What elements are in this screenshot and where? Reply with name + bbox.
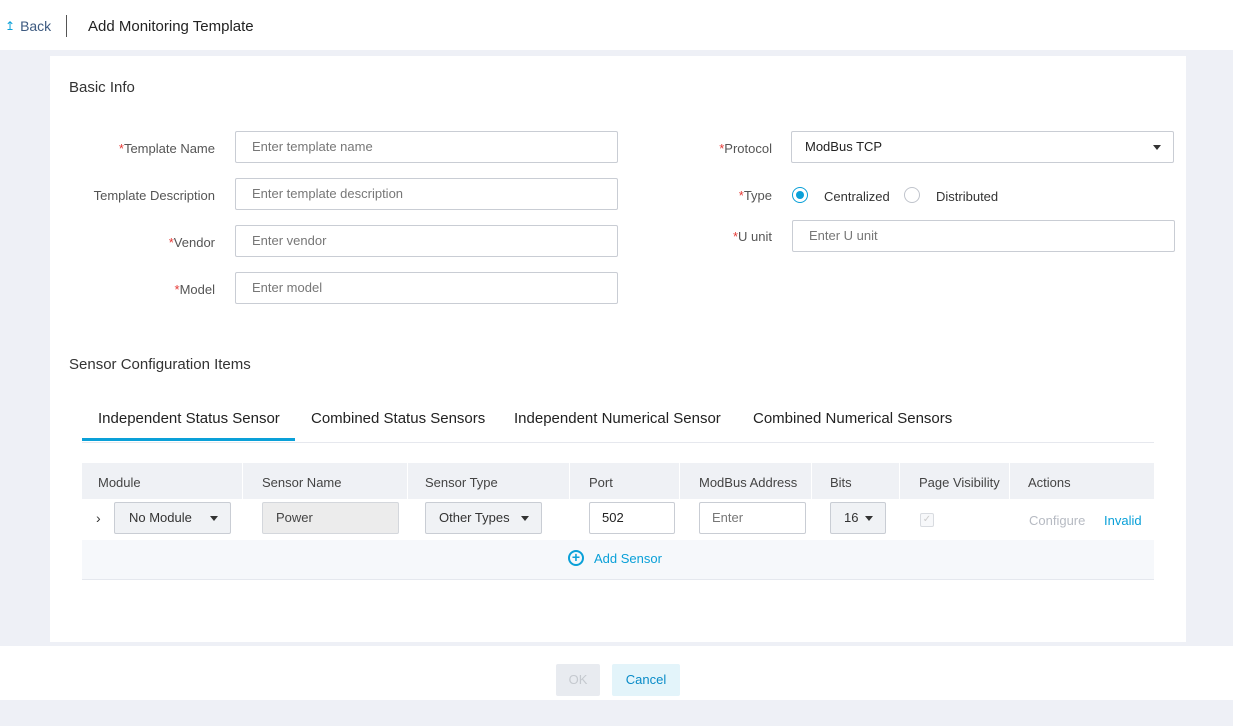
protocol-value: ModBus TCP	[805, 139, 883, 154]
modbus-address-input[interactable]: Enter ModBus	[699, 502, 806, 555]
type-centralized-radio[interactable]	[792, 187, 808, 203]
tab-independent-status-sensor[interactable]: Independent Status Sensor	[98, 410, 280, 427]
back-button[interactable]: ↥ Back	[5, 18, 51, 34]
column-divider	[242, 463, 243, 499]
vendor-input[interactable]: Enter vendor	[235, 225, 618, 257]
add-circle-icon: +	[568, 550, 584, 566]
sensor-name-field: Power	[262, 502, 399, 534]
add-sensor-button[interactable]: + Add Sensor	[568, 550, 662, 566]
protocol-select[interactable]: ModBus TCP	[791, 131, 1174, 163]
up-arrow-icon: ↥	[5, 19, 16, 33]
port-input[interactable]: 502	[589, 502, 675, 534]
caret-down-icon	[865, 516, 873, 521]
sensor-type-dropdown[interactable]: Other Types	[425, 502, 542, 534]
vendor-label: *Vendor	[168, 235, 215, 250]
type-distributed-radio[interactable]	[904, 187, 920, 203]
chevron-right-icon[interactable]: ›	[96, 510, 101, 526]
add-sensor-label: Add Sensor	[594, 550, 662, 566]
caret-down-icon	[1153, 145, 1161, 150]
tab-independent-numerical-sensor[interactable]: Independent Numerical Sensor	[514, 410, 721, 427]
column-header-sensor-type: Sensor Type	[425, 475, 498, 490]
tab-divider	[82, 442, 1154, 443]
column-header-modbus-address: ModBus Address	[699, 475, 798, 490]
column-divider	[1009, 463, 1010, 499]
u-unit-label: *U unit	[732, 229, 772, 244]
bits-value: 16	[844, 510, 859, 525]
model-label: *Model	[174, 282, 215, 297]
template-description-input[interactable]: Enter template description	[235, 178, 618, 210]
column-header-bits: Bits	[830, 475, 852, 490]
column-divider	[679, 463, 680, 499]
cancel-button[interactable]: Cancel	[612, 664, 680, 696]
active-tab-indicator	[82, 438, 295, 441]
column-header-sensor-name: Sensor Name	[262, 475, 342, 490]
tab-combined-status-sensors[interactable]: Combined Status Sensors	[311, 410, 485, 427]
template-description-label: Template Description	[93, 188, 215, 203]
caret-down-icon	[521, 516, 529, 521]
column-header-port: Port	[589, 475, 613, 490]
page-title: Add Monitoring Template	[88, 18, 254, 35]
type-centralized-label[interactable]: Centralized	[824, 189, 890, 204]
page-visibility-checkbox[interactable]: ✓	[920, 513, 934, 527]
basic-info-title: Basic Info	[69, 79, 135, 96]
column-header-page-visibility: Page Visibility	[919, 475, 1000, 490]
template-name-input[interactable]: Enter template name	[235, 131, 618, 163]
module-value: No Module	[129, 510, 192, 525]
invalid-link[interactable]: Invalid	[1104, 513, 1142, 528]
sensor-config-title: Sensor Configuration Items	[69, 356, 251, 373]
protocol-label: *Protocol	[719, 141, 772, 156]
configure-link[interactable]: Configure	[1029, 513, 1085, 528]
column-divider	[899, 463, 900, 499]
column-header-module: Module	[98, 475, 141, 490]
back-label: Back	[20, 18, 52, 34]
column-divider	[407, 463, 408, 499]
header-divider	[66, 15, 67, 37]
model-input[interactable]: Enter model	[235, 272, 618, 304]
type-label: *Type	[738, 188, 772, 203]
caret-down-icon	[210, 516, 218, 521]
column-divider	[811, 463, 812, 499]
column-divider	[569, 463, 570, 499]
tab-combined-numerical-sensors[interactable]: Combined Numerical Sensors	[753, 410, 952, 427]
column-header-actions: Actions	[1028, 475, 1071, 490]
u-unit-input[interactable]: Enter U unit	[792, 220, 1175, 252]
bits-dropdown[interactable]: 16	[830, 502, 886, 534]
module-dropdown[interactable]: No Module	[114, 502, 231, 534]
ok-button[interactable]: OK	[556, 664, 600, 696]
sensor-type-value: Other Types	[439, 510, 510, 525]
template-name-label: *Template Name	[118, 141, 215, 156]
type-distributed-label[interactable]: Distributed	[936, 189, 998, 204]
